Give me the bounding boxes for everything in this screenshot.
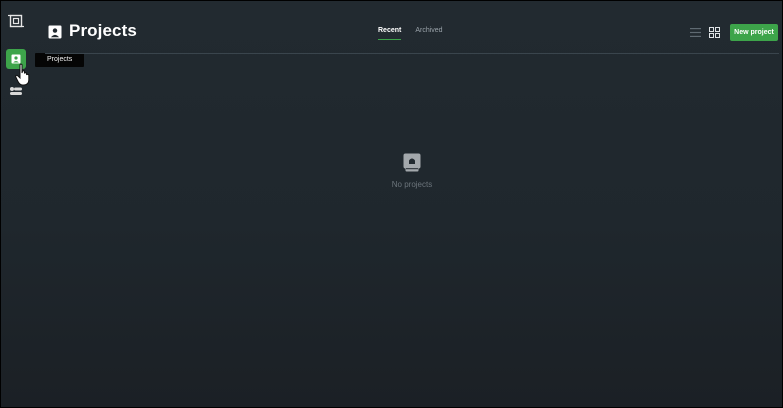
empty-projects-icon <box>403 153 421 172</box>
header-divider <box>45 53 779 54</box>
page-title: Projects <box>69 21 137 40</box>
projects-tooltip: Projects <box>35 53 85 67</box>
hand-cursor-icon <box>15 63 30 86</box>
app-logo-icon[interactable] <box>8 13 24 29</box>
projects-title-icon <box>48 25 62 39</box>
new-project-button[interactable]: New project <box>730 24 778 41</box>
view-tabs: Recent Archived <box>378 27 443 40</box>
left-rail <box>1 1 31 407</box>
empty-state-message: No projects <box>391 180 433 189</box>
tab-recent[interactable]: Recent <box>378 27 402 40</box>
app-frame: Projects Projects Recent Archived New pr… <box>1 1 782 407</box>
list-view-icon[interactable] <box>690 28 701 37</box>
tab-archived[interactable]: Archived <box>415 27 442 40</box>
grid-view-icon[interactable] <box>709 27 720 38</box>
